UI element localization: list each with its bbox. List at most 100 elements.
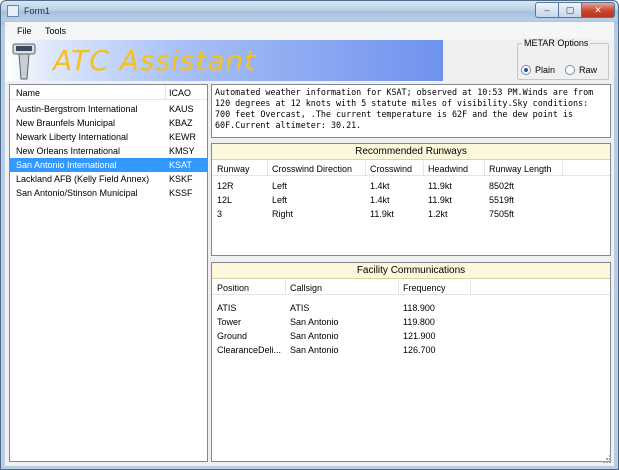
- airport-icao: KSSF: [169, 188, 193, 198]
- airport-name: Lackland AFB (Kelly Field Annex): [16, 174, 150, 184]
- column-header-runway-length[interactable]: Runway Length: [489, 164, 552, 174]
- column-header-frequency[interactable]: Frequency: [403, 283, 446, 293]
- column-divider[interactable]: [365, 161, 366, 176]
- column-divider[interactable]: [285, 280, 286, 295]
- menu-tools[interactable]: Tools: [45, 26, 66, 36]
- table-row[interactable]: 12L Left 1.4kt 11.9kt 5519ft: [212, 193, 610, 207]
- crosswind-direction-cell: Right: [272, 209, 294, 219]
- metar-options-label: METAR Options: [522, 38, 591, 48]
- runway-length-cell: 7505ft: [489, 209, 515, 219]
- app-banner-title: ATC Assistant: [53, 44, 257, 77]
- airport-list-header: Name ICAO: [10, 85, 207, 100]
- position-cell: ClearanceDeli...: [217, 345, 282, 355]
- banner: ATC Assistant: [5, 40, 443, 81]
- column-divider[interactable]: [165, 85, 166, 100]
- airport-name: New Braunfels Municipal: [16, 118, 116, 128]
- column-header-icao[interactable]: ICAO: [169, 88, 191, 98]
- close-button[interactable]: ✕: [581, 2, 615, 18]
- column-divider[interactable]: [484, 161, 485, 176]
- table-row[interactable]: ATIS ATIS 118.900: [212, 301, 610, 315]
- radio-raw[interactable]: Raw: [565, 65, 597, 75]
- communications-panel-title: Facility Communications: [212, 263, 610, 279]
- table-row[interactable]: Ground San Antonio 121.900: [212, 329, 610, 343]
- metar-options-group: METAR Options Plain Raw: [517, 38, 609, 80]
- control-tower-icon: [12, 43, 36, 80]
- radio-plain-label: Plain: [535, 65, 556, 75]
- radio-plain-indicator[interactable]: [521, 65, 531, 75]
- airport-icao: KEWR: [169, 132, 196, 142]
- airport-icao: KMSY: [169, 146, 195, 156]
- list-item[interactable]: San Antonio/Stinson Municipal KSSF: [10, 186, 207, 200]
- app-icon: [7, 5, 19, 17]
- crosswind-direction-cell: Left: [272, 195, 288, 205]
- list-item[interactable]: Lackland AFB (Kelly Field Annex) KSKF: [10, 172, 207, 186]
- position-cell: ATIS: [217, 303, 237, 313]
- list-item[interactable]: New Braunfels Municipal KBAZ: [10, 116, 207, 130]
- client-area: File Tools ATC Assistant METAR Options P…: [5, 22, 614, 466]
- radio-raw-label: Raw: [579, 65, 598, 75]
- callsign-cell: San Antonio: [290, 331, 339, 341]
- maximize-button[interactable]: ▢: [558, 2, 582, 18]
- runway-length-cell: 5519ft: [489, 195, 515, 205]
- table-row[interactable]: 3 Right 11.9kt 1.2kt 7505ft: [212, 207, 610, 221]
- minimize-button[interactable]: ‒: [535, 2, 559, 18]
- airport-name: Newark Liberty International: [16, 132, 129, 142]
- column-header-runway[interactable]: Runway: [217, 164, 250, 174]
- frequency-cell: 118.900: [403, 303, 435, 313]
- airport-icao: KSAT: [169, 160, 192, 170]
- radio-plain[interactable]: Plain: [521, 65, 555, 75]
- headwind-cell: 11.9kt: [428, 195, 452, 205]
- table-row[interactable]: Tower San Antonio 119.800: [212, 315, 610, 329]
- callsign-cell: San Antonio: [290, 345, 339, 355]
- column-divider[interactable]: [423, 161, 424, 176]
- radio-raw-indicator[interactable]: [565, 65, 575, 75]
- column-header-name[interactable]: Name: [16, 88, 40, 98]
- crosswind-cell: 1.4kt: [370, 181, 390, 191]
- table-row[interactable]: ClearanceDeli... San Antonio 126.700: [212, 343, 610, 357]
- communications-grid-header: Position Callsign Frequency: [212, 280, 610, 295]
- frequency-cell: 121.900: [403, 331, 436, 341]
- column-header-crosswind[interactable]: Crosswind: [370, 164, 412, 174]
- airport-name: San Antonio International: [16, 160, 117, 170]
- resize-grip-icon[interactable]: [602, 454, 612, 464]
- column-divider[interactable]: [398, 280, 399, 295]
- airport-list[interactable]: Name ICAO Austin-Bergstrom International…: [9, 84, 208, 462]
- communications-panel: Facility Communications Position Callsig…: [211, 262, 611, 462]
- column-header-position[interactable]: Position: [217, 283, 249, 293]
- crosswind-cell: 11.9kt: [370, 209, 394, 219]
- column-header-callsign[interactable]: Callsign: [290, 283, 322, 293]
- window-frame: Form1 ‒ ▢ ✕ File Tools ATC Assistant MET…: [0, 0, 619, 470]
- airport-icao: KSKF: [169, 174, 193, 184]
- frequency-cell: 119.800: [403, 317, 435, 327]
- frequency-cell: 126.700: [403, 345, 436, 355]
- position-cell: Ground: [217, 331, 248, 341]
- runway-cell: 12L: [217, 195, 233, 205]
- callsign-cell: ATIS: [290, 303, 310, 313]
- table-row[interactable]: 12R Left 1.4kt 11.9kt 8502ft: [212, 179, 610, 193]
- column-header-headwind[interactable]: Headwind: [428, 164, 468, 174]
- airport-name: San Antonio/Stinson Municipal: [16, 188, 138, 198]
- runway-cell: 12R: [217, 181, 234, 191]
- runways-panel: Recommended Runways Runway Crosswind Dir…: [211, 143, 611, 256]
- metar-textbox[interactable]: Automated weather information for KSAT; …: [211, 84, 611, 138]
- runways-panel-title: Recommended Runways: [212, 144, 610, 160]
- column-header-crosswind-direction[interactable]: Crosswind Direction: [272, 164, 352, 174]
- list-item[interactable]: Newark Liberty International KEWR: [10, 130, 207, 144]
- list-item[interactable]: Austin-Bergstrom International KAUS: [10, 102, 207, 116]
- crosswind-cell: 1.4kt: [370, 195, 390, 205]
- column-divider[interactable]: [470, 280, 471, 295]
- title-bar[interactable]: Form1 ‒ ▢ ✕: [1, 1, 618, 21]
- column-divider[interactable]: [267, 161, 268, 176]
- menu-file[interactable]: File: [17, 26, 32, 36]
- runway-cell: 3: [217, 209, 223, 219]
- list-item-selected[interactable]: San Antonio International KSAT: [10, 158, 207, 172]
- headwind-cell: 11.9kt: [428, 181, 452, 191]
- list-item[interactable]: New Orleans International KMSY: [10, 144, 207, 158]
- headwind-cell: 1.2kt: [428, 209, 448, 219]
- window-title: Form1: [24, 6, 51, 16]
- position-cell: Tower: [217, 317, 242, 327]
- airport-name: New Orleans International: [16, 146, 121, 156]
- airport-icao: KBAZ: [169, 118, 193, 128]
- column-divider[interactable]: [562, 161, 563, 176]
- callsign-cell: San Antonio: [290, 317, 339, 327]
